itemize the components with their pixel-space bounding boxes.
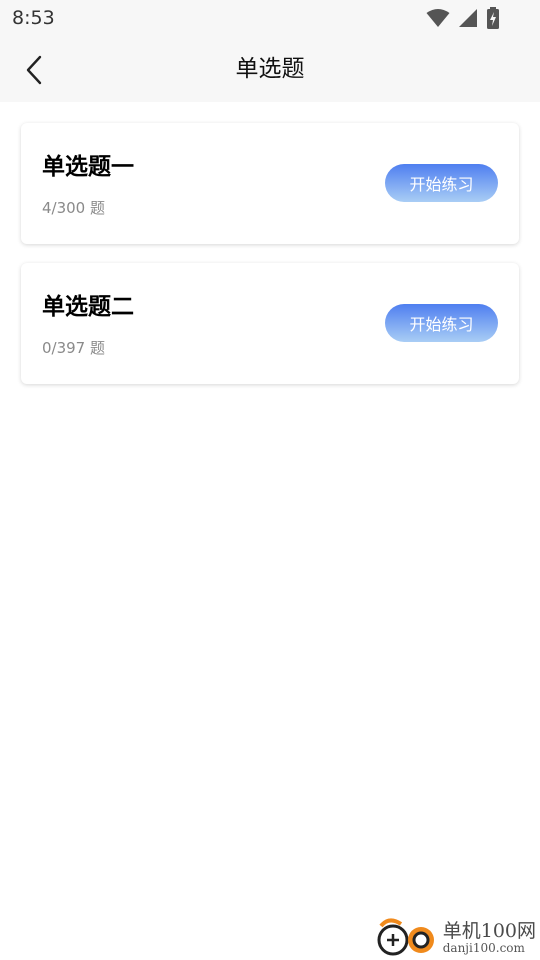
watermark-name: 单机100网 xyxy=(442,919,536,942)
back-button[interactable] xyxy=(12,46,56,94)
question-set-progress: 4/300 题 xyxy=(42,199,105,217)
question-set-list: 单选题一 4/300 题 开始练习 单选题二 0/397 题 开始练习 xyxy=(21,123,519,403)
question-set-card: 单选题一 4/300 题 开始练习 xyxy=(21,123,519,244)
watermark-logo-icon xyxy=(377,918,434,956)
question-set-progress: 0/397 题 xyxy=(42,339,105,357)
question-set-title: 单选题一 xyxy=(42,154,134,180)
watermark-url: danji100.com xyxy=(442,940,525,955)
battery-charging-icon xyxy=(487,7,499,29)
status-time: 8:53 xyxy=(12,7,55,29)
watermark: 单机100网 danji100.com xyxy=(375,918,536,958)
watermark-text: 单机100网 danji100.com xyxy=(443,921,536,955)
question-set-card: 单选题二 0/397 题 开始练习 xyxy=(21,263,519,384)
app-bar: 单选题 xyxy=(0,38,540,102)
status-icons xyxy=(426,7,500,29)
page-title: 单选题 xyxy=(235,56,305,82)
question-set-title: 单选题二 xyxy=(42,294,134,320)
start-practice-button[interactable]: 开始练习 xyxy=(385,164,498,202)
wifi-icon xyxy=(426,9,450,27)
chevron-left-icon xyxy=(26,55,42,85)
status-bar: 8:53 xyxy=(0,0,540,38)
signal-icon xyxy=(459,9,477,27)
start-practice-button[interactable]: 开始练习 xyxy=(385,304,498,342)
